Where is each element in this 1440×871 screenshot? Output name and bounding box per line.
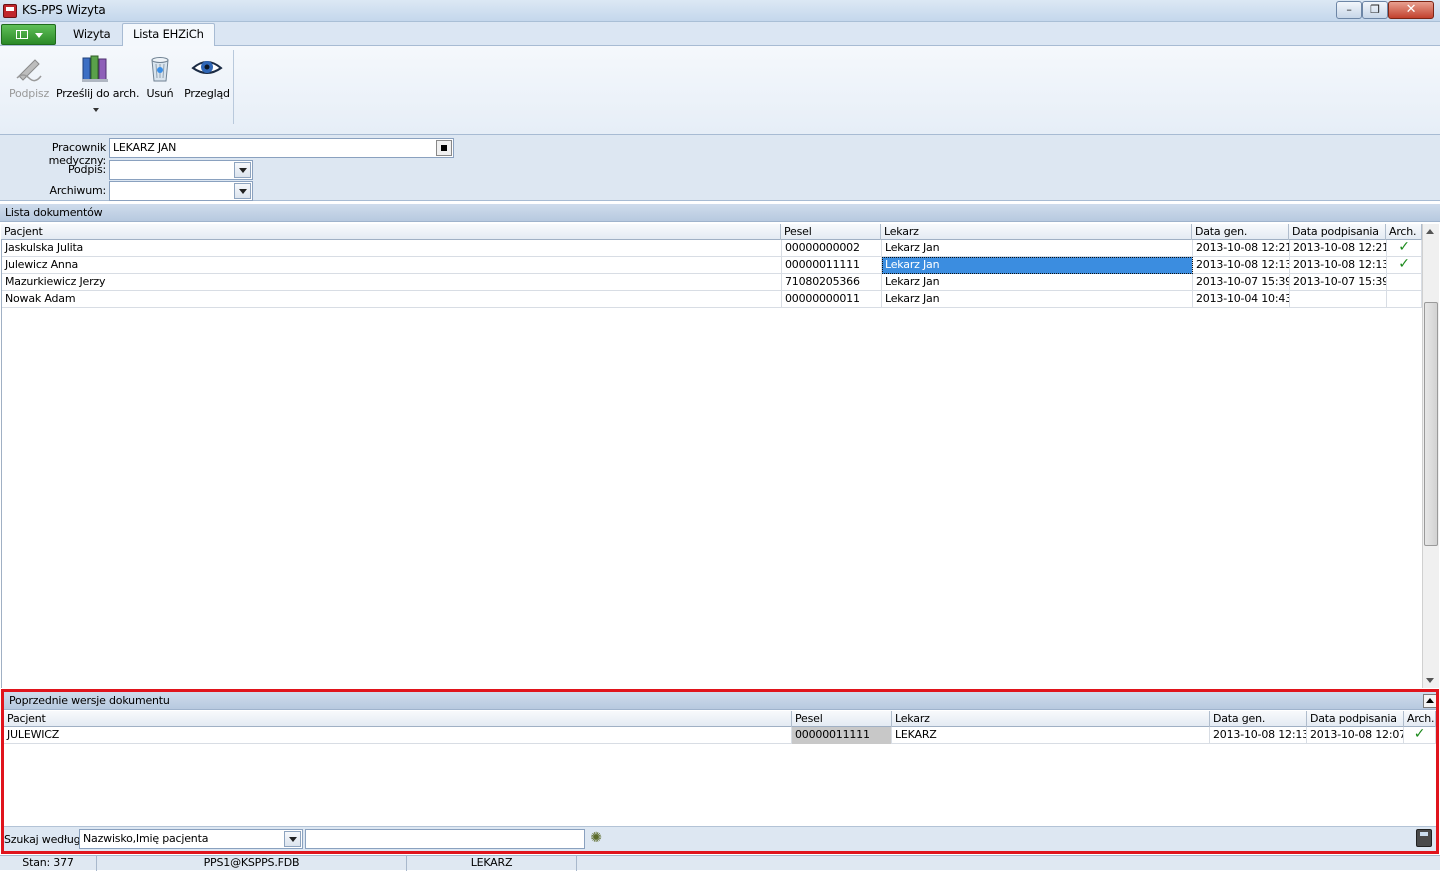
status-stan: Stan: 377 (0, 856, 97, 871)
column-header[interactable]: Arch. (1386, 224, 1422, 240)
column-header[interactable]: Data podpisania (1289, 224, 1386, 240)
cell-data-podpisania: 2013-10-07 15:39 (1290, 274, 1387, 291)
table-row[interactable]: Mazurkiewicz Jerzy 71080205366 Lekarz Ja… (2, 274, 1422, 291)
cell-pacjent: Jaskulska Julita (2, 240, 782, 257)
cell-lekarz: Lekarz Jan (882, 291, 1193, 308)
check-icon: ✓ (1387, 240, 1422, 257)
cell-pesel: 00000000002 (782, 240, 882, 257)
usun-label: Usuń (146, 87, 174, 100)
trash-icon (151, 57, 169, 82)
highlight-frame (1, 689, 1439, 854)
table-row[interactable]: Jaskulska Julita 00000000002 Lekarz Jan … (2, 240, 1422, 257)
restore-button[interactable]: ❐ (1362, 1, 1388, 19)
ribbon-separator (233, 50, 234, 124)
close-button[interactable]: ✕ (1388, 1, 1434, 19)
cell-lekarz: Lekarz Jan (882, 274, 1193, 291)
podpisz-button[interactable]: Podpisz (6, 52, 52, 112)
sign-pen-icon (16, 59, 42, 82)
podpisz-label: Podpisz (8, 87, 50, 100)
chevron-down-icon[interactable] (234, 183, 251, 199)
cell-pesel: 00000000011 (782, 291, 882, 308)
cell-pesel: 00000011111 (782, 257, 882, 274)
tab-wizyta[interactable]: Wizyta (63, 24, 121, 46)
cell-lekarz-selected[interactable]: Lekarz Jan (882, 257, 1193, 274)
tab-lista-ehzich[interactable]: Lista EHZiCh (122, 23, 215, 47)
menu-icon (16, 30, 28, 39)
chevron-down-icon[interactable] (234, 162, 251, 178)
podpis-select[interactable] (109, 160, 253, 180)
vertical-scrollbar[interactable] (1422, 224, 1439, 688)
stop-icon[interactable] (436, 140, 452, 156)
przeglad-button[interactable]: Przegląd (184, 52, 230, 112)
status-bar: Stan: 377 PPS1@KSPPS.FDB LEKARZ (0, 855, 1440, 871)
documents-grid-header: Pacjent Pesel Lekarz Data gen. Data podp… (1, 224, 1422, 240)
cell-lekarz: Lekarz Jan (882, 240, 1193, 257)
pracownik-field[interactable]: LEKARZ JAN (109, 138, 454, 158)
cell-data-podpisania: 2013-10-08 12:21 (1290, 240, 1387, 257)
archiwum-label: Archiwum: (49, 184, 107, 197)
cell-data-podpisania: 2013-10-08 12:13 (1290, 257, 1387, 274)
app-menu-button[interactable] (1, 24, 56, 45)
scroll-up-icon[interactable] (1426, 229, 1434, 234)
eye-icon (191, 61, 223, 74)
filter-panel: Pracownik medyczny: LEKARZ JAN Podpis: A… (0, 135, 1440, 201)
pracownik-value: LEKARZ JAN (113, 141, 177, 154)
cell-data-gen: 2013-10-04 10:43 (1193, 291, 1290, 308)
chevron-down-icon (35, 33, 43, 38)
documents-grid-body: Jaskulska Julita 00000000002 Lekarz Jan … (1, 240, 1422, 688)
chevron-down-icon (93, 108, 99, 112)
app-icon (3, 4, 17, 18)
table-row[interactable]: Julewicz Anna 00000011111 Lekarz Jan 201… (2, 257, 1422, 274)
cell-pacjent: Julewicz Anna (2, 257, 782, 274)
lista-dokumentow-header: Lista dokumentów (0, 204, 1440, 222)
przeslij-label: Prześlij do arch. (56, 87, 140, 100)
column-header[interactable]: Lekarz (881, 224, 1192, 240)
column-header[interactable]: Pacjent (1, 224, 781, 240)
cell-data-gen: 2013-10-07 15:39 (1193, 274, 1290, 291)
books-archive-icon (82, 55, 108, 82)
status-user: LEKARZ (407, 856, 577, 871)
cell-pacjent: Nowak Adam (2, 291, 782, 308)
arch-cell (1387, 291, 1422, 308)
cell-data-podpisania (1290, 291, 1387, 308)
usun-button[interactable]: Usuń (142, 52, 178, 112)
status-database: PPS1@KSPPS.FDB (97, 856, 407, 871)
arch-cell (1387, 274, 1422, 291)
window-title: KS-PPS Wizyta (22, 3, 106, 17)
cell-data-gen: 2013-10-08 12:21 (1193, 240, 1290, 257)
podpis-label: Podpis: (67, 163, 106, 176)
check-icon: ✓ (1387, 257, 1422, 274)
cell-data-gen: 2013-10-08 12:13 (1193, 257, 1290, 274)
table-row[interactable]: Nowak Adam 00000000011 Lekarz Jan 2013-1… (2, 291, 1422, 308)
cell-pesel: 71080205366 (782, 274, 882, 291)
title-bar: KS-PPS Wizyta – ❐ ✕ (0, 0, 1440, 22)
scroll-thumb[interactable] (1424, 302, 1438, 546)
ribbon-panel: Podpisz Prześlij do arch. Usuń Przegląd (0, 46, 1440, 135)
cell-pacjent: Mazurkiewicz Jerzy (2, 274, 782, 291)
przeglad-label: Przegląd (184, 87, 230, 100)
scroll-down-icon[interactable] (1426, 678, 1434, 683)
minimize-button[interactable]: – (1336, 1, 1362, 19)
archiwum-select[interactable] (109, 181, 253, 201)
column-header[interactable]: Data gen. (1192, 224, 1289, 240)
column-header[interactable]: Pesel (781, 224, 881, 240)
ribbon-tab-bar: Wizyta Lista EHZiCh (0, 22, 1440, 47)
przeslij-do-arch-button[interactable]: Prześlij do arch. (56, 52, 140, 118)
